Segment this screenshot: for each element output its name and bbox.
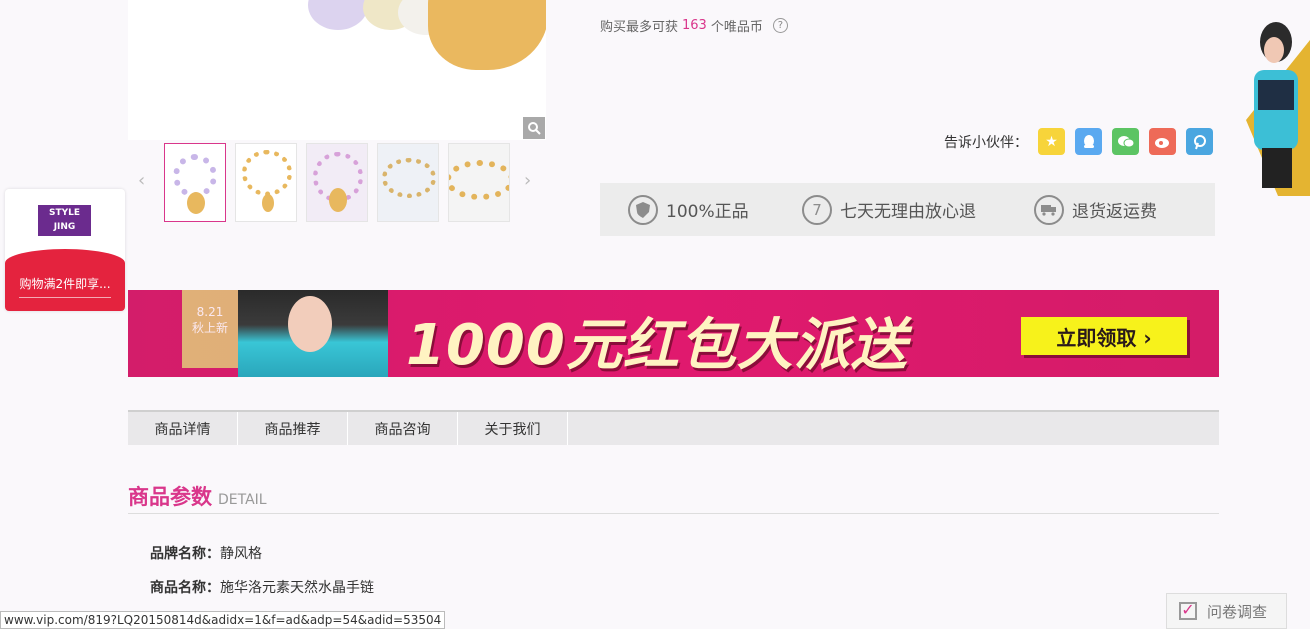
help-icon[interactable]: ?	[772, 18, 788, 33]
guarantee-label: 七天无理由放心退	[840, 202, 976, 222]
section-divider	[128, 513, 1219, 514]
gem-shape	[308, 0, 368, 30]
qzone-icon[interactable]: ★	[1038, 128, 1065, 155]
guarantee-bar: 100%正品 7 七天无理由放心退 退货返运费	[600, 183, 1215, 236]
param-value: 施华洛元素天然水晶手链	[220, 580, 374, 596]
stylejing-logo: STYLE JING	[38, 205, 91, 236]
shield-icon	[628, 194, 658, 225]
survey-button[interactable]: ✓ 问卷调查	[1166, 593, 1287, 629]
tab-details[interactable]: 商品详情	[128, 412, 238, 445]
qq-icon[interactable]	[1075, 128, 1102, 155]
coins-info: 购买最多可获 163 个唯品币 ?	[600, 16, 788, 35]
guarantee-7day: 7 七天无理由放心退	[802, 194, 976, 225]
section-title: 商品参数 DETAIL	[128, 481, 267, 511]
thumbnail[interactable]	[164, 143, 226, 222]
tab-about[interactable]: 关于我们	[458, 412, 568, 445]
section-title-en: DETAIL	[218, 492, 267, 508]
section-title-cn: 商品参数	[128, 485, 212, 509]
coins-suffix: 个唯品币	[710, 20, 763, 35]
checkbox-icon: ✓	[1179, 602, 1197, 620]
weibo-icon[interactable]	[1149, 128, 1176, 155]
float-ad-text: 购物满2件即享...	[19, 277, 111, 291]
param-product-name: 商品名称：施华洛元素天然水晶手链	[150, 577, 374, 597]
wechat-icon[interactable]	[1112, 128, 1139, 155]
coins-count: 163	[682, 18, 707, 33]
banner-model-face	[288, 296, 332, 352]
pinterest-icon[interactable]	[1186, 128, 1213, 155]
logo-line: STYLE	[48, 208, 81, 218]
divider	[19, 297, 111, 298]
param-label: 品牌名称：	[150, 546, 220, 562]
thumbnail[interactable]	[377, 143, 439, 222]
thumb-next-icon[interactable]: ›	[524, 171, 536, 191]
share-bar: 告诉小伙伴： ★	[944, 128, 1213, 155]
zoom-icon[interactable]	[523, 117, 545, 139]
side-model-image[interactable]	[1228, 20, 1310, 196]
thumbnail[interactable]	[306, 143, 368, 222]
param-label: 商品名称：	[150, 580, 220, 596]
thumbnail[interactable]	[235, 143, 297, 222]
param-brand: 品牌名称：静风格	[150, 543, 262, 563]
seven-day-icon: 7	[802, 194, 832, 225]
banner-headline: 1000元红包大派送	[406, 313, 908, 377]
thumbnail-strip	[164, 143, 510, 222]
share-label: 告诉小伙伴：	[944, 134, 1028, 151]
guarantee-label: 退货返运费	[1072, 202, 1157, 222]
banner-tag-text: 秋上新	[191, 321, 228, 335]
guarantee-authentic: 100%正品	[628, 194, 749, 225]
detail-tabs: 商品详情 商品推荐 商品咨询 关于我们	[128, 410, 1219, 445]
banner-date: 8.21	[196, 305, 224, 319]
guarantee-label: 100%正品	[666, 202, 749, 222]
guarantee-return-shipping: 退货返运费	[1034, 194, 1157, 225]
product-main-image[interactable]	[128, 0, 546, 140]
thumbnail[interactable]	[448, 143, 510, 222]
logo-line: JING	[53, 222, 76, 232]
tab-recommend[interactable]: 商品推荐	[238, 412, 348, 445]
banner-cta-button[interactable]: 立即领取 ›	[1021, 317, 1187, 355]
coins-prefix: 购买最多可获	[600, 20, 679, 35]
promo-banner[interactable]: 8.21 秋上新 1000元红包大派送 立即领取 ›	[128, 290, 1219, 377]
thumb-prev-icon[interactable]: ‹	[138, 171, 150, 191]
gem-shape	[428, 0, 546, 70]
tab-consult[interactable]: 商品咨询	[348, 412, 458, 445]
float-ad[interactable]: STYLE JING 购物满2件即享...	[5, 189, 125, 311]
banner-date-tag: 8.21 秋上新	[182, 290, 238, 368]
status-bar-url: www.vip.com/819?LQ20150814d&adidx=1&f=ad…	[0, 611, 446, 629]
survey-label: 问卷调查	[1207, 602, 1268, 621]
truck-icon	[1034, 194, 1064, 225]
param-value: 静风格	[220, 546, 262, 562]
